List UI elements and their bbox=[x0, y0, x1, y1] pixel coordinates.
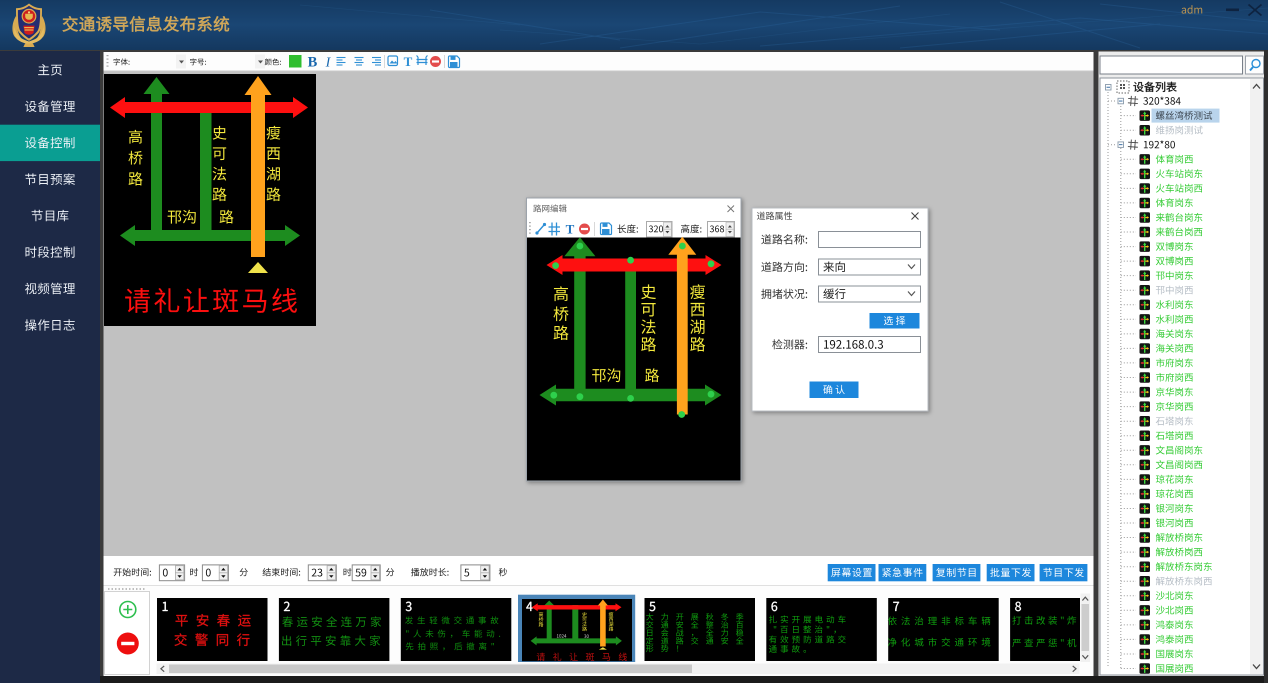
svg-text:T: T bbox=[404, 54, 413, 69]
svg-text:B: B bbox=[308, 55, 318, 71]
svg-text:T: T bbox=[566, 222, 575, 237]
